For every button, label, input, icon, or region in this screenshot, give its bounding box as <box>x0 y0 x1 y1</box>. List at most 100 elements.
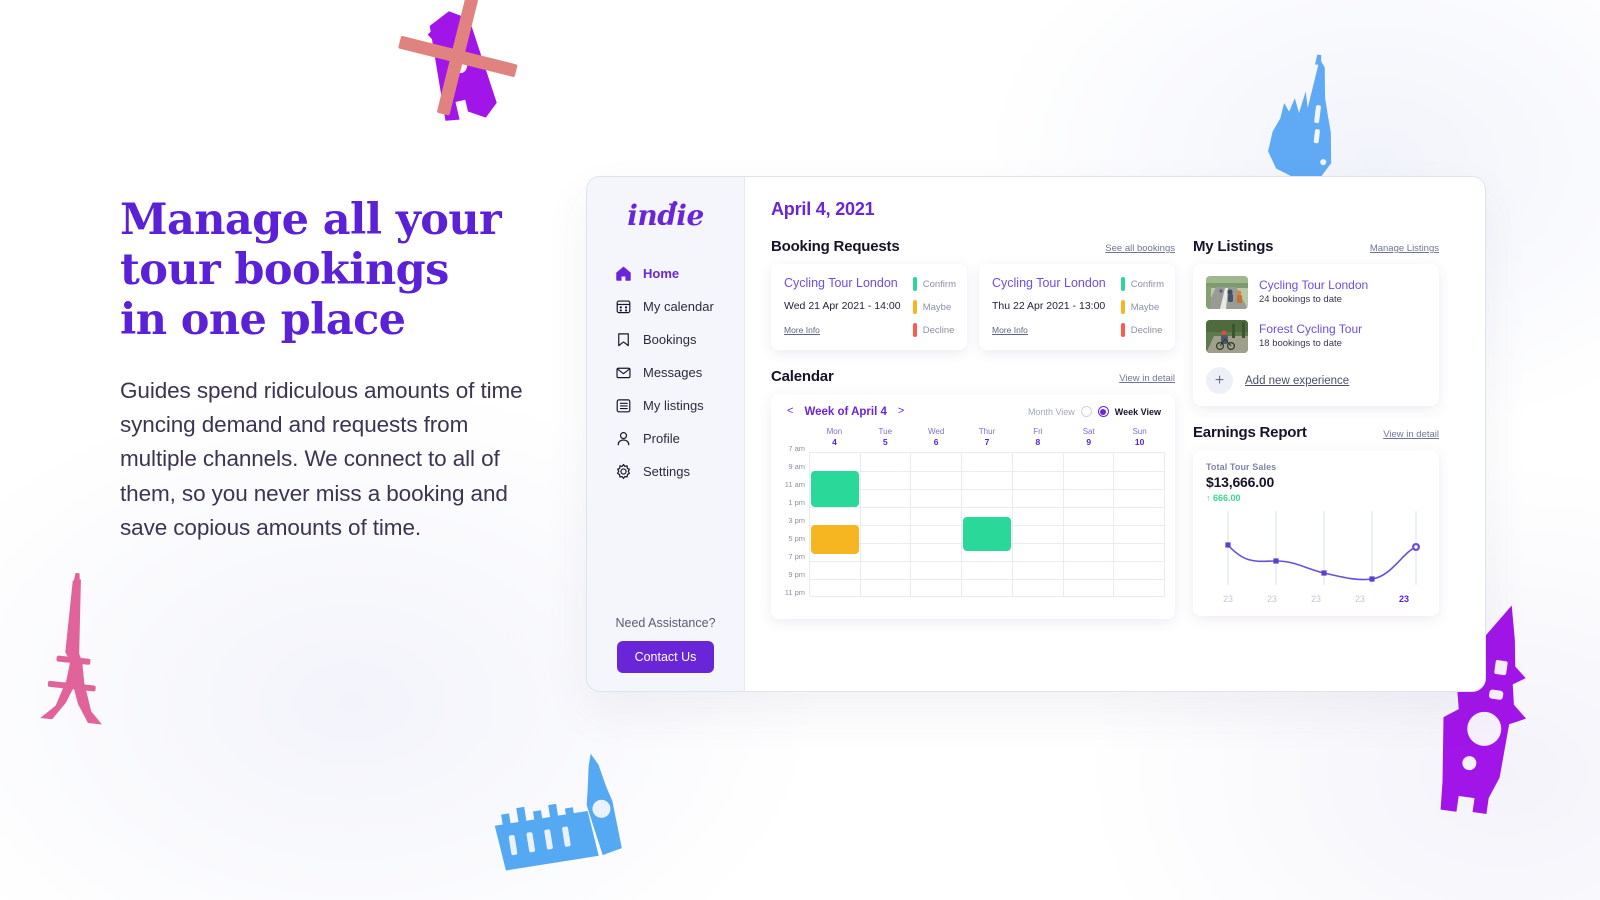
listing-info: Forest Cycling Tour 18 bookings to date <box>1259 321 1362 351</box>
calendar-event[interactable] <box>963 516 1011 551</box>
decline-action[interactable]: Decline <box>912 323 956 337</box>
booking-request-card[interactable]: Cycling Tour London Wed 21 Apr 2021 - 14… <box>771 264 967 350</box>
decline-color-bar <box>912 323 917 337</box>
calendar-day-column[interactable] <box>810 452 861 596</box>
day-number: 6 <box>933 437 939 448</box>
more-info-link[interactable]: More Info <box>992 325 1028 335</box>
listing-info: Cycling Tour London 24 bookings to date <box>1259 277 1368 307</box>
sidebar-item-home[interactable]: Home <box>587 258 744 289</box>
earnings-x-tick: 23 <box>1354 594 1365 604</box>
calendar-section: Calendar View in detail < Week of April … <box>771 368 1175 619</box>
sidebar-item-settings[interactable]: Settings <box>587 456 744 487</box>
booking-request-datetime: Thu 22 Apr 2021 - 13:00 <box>992 300 1106 312</box>
main-content: April 4, 2021 Booking Requests See all b… <box>745 177 1485 691</box>
my-listings-section: My Listings Manage Listings Cycling Tour… <box>1193 238 1439 406</box>
dashboard-right-column: My Listings Manage Listings Cycling Tour… <box>1193 238 1439 616</box>
prev-week-button[interactable]: < <box>785 405 795 418</box>
month-view-label: Month View <box>1027 406 1075 417</box>
month-view-radio[interactable] <box>1080 406 1092 417</box>
day-name: Fri <box>1033 427 1043 436</box>
sidebar-item-messages[interactable]: Messages <box>587 357 744 388</box>
earnings-view-detail-link[interactable]: View in detail <box>1383 429 1439 440</box>
calendar-grid-wrapper: 7 am 9 am 11 am 1 pm 3 pm 5 pm 7 pm 9 pm… <box>779 427 1166 611</box>
contact-us-button[interactable]: Contact Us <box>616 641 715 673</box>
my-listings-header: My Listings Manage Listings <box>1193 238 1439 255</box>
more-info-link[interactable]: More Info <box>784 325 820 335</box>
sidebar-item-bookings[interactable]: Bookings <box>587 324 744 355</box>
maybe-action[interactable]: Maybe <box>1120 300 1164 314</box>
plus-icon[interactable]: + <box>1206 367 1233 394</box>
page-headline: Manage all your tour bookings in one pla… <box>120 195 540 346</box>
listing-item[interactable]: Cycling Tour London 24 bookings to date <box>1206 276 1426 309</box>
calendar-day-column[interactable] <box>962 452 1013 596</box>
list-icon <box>615 397 632 414</box>
booking-requests-list: Cycling Tour London Wed 21 Apr 2021 - 14… <box>771 264 1175 350</box>
calendar-icon <box>615 298 632 315</box>
calendar-header: Calendar View in detail <box>771 368 1175 385</box>
sidebar-item-label: Home <box>643 266 680 281</box>
day-number: 4 <box>832 437 837 448</box>
bookmark-icon <box>615 331 632 348</box>
calendar-day-column[interactable] <box>1114 452 1166 596</box>
maybe-action[interactable]: Maybe <box>912 300 956 314</box>
day-name: Sat <box>1082 427 1095 436</box>
confirm-label: Confirm <box>922 278 956 290</box>
my-listings-title: My Listings <box>1193 238 1274 255</box>
decline-label: Decline <box>1130 324 1163 336</box>
earnings-line-chart[interactable] <box>1206 507 1426 593</box>
booking-request-title[interactable]: Cycling Tour London <box>784 276 903 290</box>
calendar-day-column[interactable] <box>1064 452 1115 596</box>
assistance-text: Need Assistance? <box>615 616 716 630</box>
headline-line-3: in one place <box>120 294 406 345</box>
see-all-bookings-link[interactable]: See all bookings <box>1105 243 1175 254</box>
brand-logo[interactable]: indie <box>587 199 744 232</box>
calendar-view-detail-link[interactable]: View in detail <box>1119 373 1175 384</box>
listing-name[interactable]: Forest Cycling Tour <box>1259 321 1362 337</box>
calendar-event[interactable] <box>811 470 859 507</box>
week-view-radio[interactable] <box>1097 406 1109 417</box>
maybe-color-bar <box>912 300 917 314</box>
add-new-experience-label[interactable]: Add new experience <box>1245 375 1349 387</box>
sidebar-item-profile[interactable]: Profile <box>587 423 744 454</box>
booking-request-body: Cycling Tour London Thu 22 Apr 2021 - 13… <box>992 276 1111 338</box>
earnings-report-section: Earnings Report View in detail Total Tou… <box>1193 424 1439 616</box>
calendar-day-column[interactable] <box>911 452 963 596</box>
manage-listings-link[interactable]: Manage Listings <box>1370 243 1439 254</box>
booking-requests-section: Booking Requests See all bookings Cyclin… <box>771 238 1175 350</box>
listing-item[interactable]: Forest Cycling Tour 18 bookings to date <box>1206 320 1426 353</box>
calendar-time-label: 11 pm <box>784 588 805 597</box>
earnings-header: Earnings Report View in detail <box>1193 424 1439 441</box>
booking-requests-title: Booking Requests <box>771 238 900 255</box>
calendar-day-headers: Mon 4 Tue 5 Wed 6 Thur 7 Fri 8 Sat 9 Sun… <box>809 427 1165 452</box>
calendar-day-column[interactable] <box>1013 452 1064 596</box>
booking-request-title[interactable]: Cycling Tour London <box>992 276 1111 290</box>
calendar-week-nav: < Week of April 4 > <box>785 405 906 418</box>
day-name: Thur <box>978 427 996 436</box>
calendar-card: < Week of April 4 > Month View Week View <box>771 394 1175 619</box>
next-week-button[interactable]: > <box>896 405 906 418</box>
calendar-day-header: Sat 9 <box>1063 427 1114 452</box>
sidebar-item-my-listings[interactable]: My listings <box>587 390 744 421</box>
listing-name[interactable]: Cycling Tour London <box>1259 277 1368 293</box>
calendar-event[interactable] <box>811 524 859 554</box>
booking-request-actions: Confirm Maybe Decline <box>1119 276 1164 338</box>
headline-line-1: Manage all your <box>120 195 502 245</box>
calendar-day-header: Fri 8 <box>1012 427 1063 452</box>
confirm-color-bar <box>1120 277 1125 291</box>
decline-label: Decline <box>922 324 955 336</box>
calendar-day-column[interactable] <box>861 452 912 596</box>
decline-action[interactable]: Decline <box>1120 323 1164 337</box>
earnings-title: Earnings Report <box>1193 424 1307 441</box>
total-tour-sales-value: $13,666.00 <box>1206 474 1275 490</box>
calendar-week-label: Week of April 4 <box>804 405 887 418</box>
calendar-grid[interactable] <box>809 451 1166 597</box>
confirm-action[interactable]: Confirm <box>912 277 956 291</box>
day-number: 9 <box>1086 437 1092 448</box>
total-tour-sales-label: Total Tour Sales <box>1206 462 1277 472</box>
add-new-experience-row[interactable]: + Add new experience <box>1206 367 1426 394</box>
sidebar-item-my-calendar[interactable]: My calendar <box>587 291 744 322</box>
confirm-action[interactable]: Confirm <box>1120 277 1164 291</box>
booking-request-card[interactable]: Cycling Tour London Thu 22 Apr 2021 - 13… <box>979 264 1175 350</box>
calendar-day-header: Sun 10 <box>1114 427 1165 452</box>
calendar-time-axis: 7 am 9 am 11 am 1 pm 3 pm 5 pm 7 pm 9 pm… <box>779 427 809 611</box>
